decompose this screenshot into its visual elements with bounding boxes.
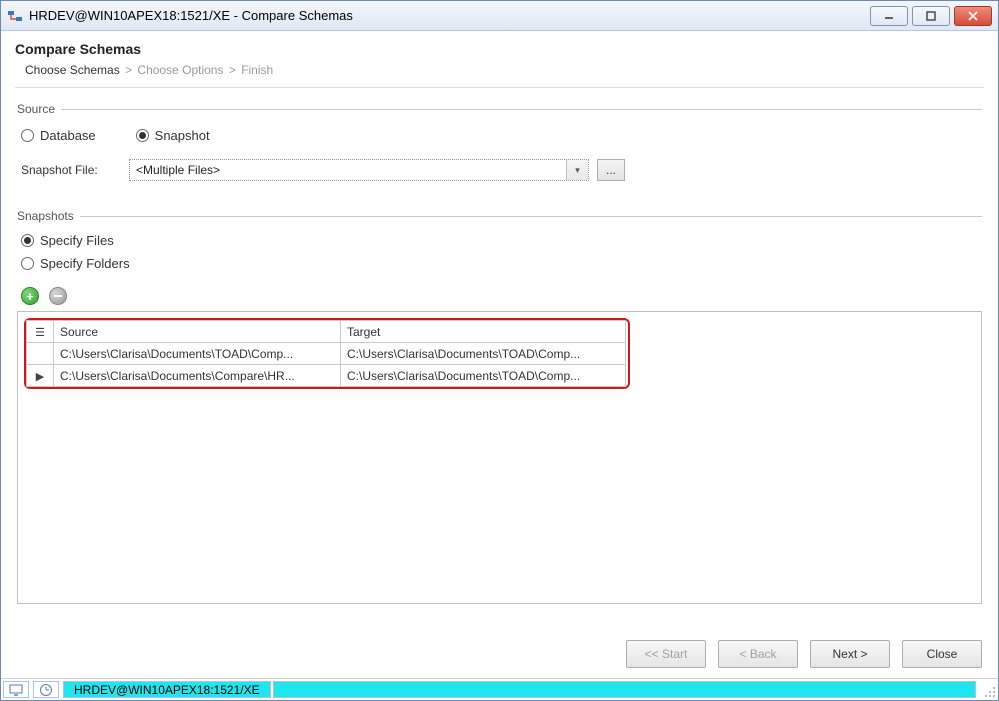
- radio-icon: [21, 129, 34, 142]
- back-button[interactable]: < Back: [718, 640, 798, 668]
- back-button-label: < Back: [739, 647, 776, 661]
- radio-snapshot[interactable]: Snapshot: [136, 128, 210, 143]
- snapshot-file-row: Snapshot File: <Multiple Files> ▾ ...: [17, 157, 982, 191]
- browse-button[interactable]: ...: [597, 159, 625, 181]
- app-icon: [7, 8, 23, 24]
- radio-specify-files-label: Specify Files: [40, 233, 114, 248]
- snapshot-grid[interactable]: ☰ Source Target C:\Users\Clarisa\Documen…: [26, 320, 626, 387]
- source-fieldset: Source Database Snapshot Snapshot File: …: [17, 102, 982, 191]
- close-icon: [968, 11, 978, 21]
- cell-target[interactable]: C:\Users\Clarisa\Documents\TOAD\Comp...: [340, 365, 625, 387]
- row-indicator: [27, 343, 54, 365]
- breadcrumb-step-2: Choose Options: [137, 63, 223, 77]
- highlight-annotation: ☰ Source Target C:\Users\Clarisa\Documen…: [24, 318, 630, 389]
- status-bar: HRDEV@WIN10APEX18:1521/XE: [1, 678, 998, 700]
- chevron-down-icon[interactable]: ▾: [566, 160, 588, 180]
- grid-corner-cell: ☰: [27, 321, 54, 343]
- breadcrumb-step-1[interactable]: Choose Schemas: [25, 63, 120, 77]
- list-icon: ☰: [33, 326, 47, 339]
- radio-specify-folders-label: Specify Folders: [40, 256, 130, 271]
- body-area: Source Database Snapshot Snapshot File: …: [1, 92, 998, 630]
- grid-toolbar: +: [17, 281, 982, 311]
- table-row[interactable]: ▶ C:\Users\Clarisa\Documents\Compare\HR.…: [27, 365, 626, 387]
- radio-specify-files[interactable]: Specify Files: [21, 233, 982, 248]
- next-button-label: Next >: [832, 647, 867, 661]
- snapshot-file-value: <Multiple Files>: [130, 163, 566, 177]
- window-title: HRDEV@WIN10APEX18:1521/XE - Compare Sche…: [29, 8, 866, 23]
- page-title: Compare Schemas: [15, 41, 984, 57]
- snapshot-file-label: Snapshot File:: [21, 163, 121, 177]
- page-header: Compare Schemas Choose Schemas > Choose …: [1, 31, 998, 92]
- add-row-button[interactable]: +: [21, 287, 39, 305]
- status-fill: [273, 681, 976, 698]
- grid-header-row: ☰ Source Target: [27, 321, 626, 343]
- wizard-button-bar: << Start < Back Next > Close: [1, 630, 998, 678]
- resize-grip[interactable]: [980, 681, 996, 698]
- snapshots-fieldset: Snapshots Specify Files Specify Folders …: [17, 209, 982, 604]
- maximize-button[interactable]: [912, 6, 950, 26]
- app-window: HRDEV@WIN10APEX18:1521/XE - Compare Sche…: [0, 0, 999, 701]
- radio-specify-folders[interactable]: Specify Folders: [21, 256, 982, 271]
- clock-icon: [39, 683, 53, 697]
- source-legend: Source: [17, 102, 982, 116]
- row-indicator-current: ▶: [27, 365, 54, 387]
- monitor-icon: [9, 684, 23, 696]
- snapshots-legend: Snapshots: [17, 209, 982, 223]
- snapshot-file-combo[interactable]: <Multiple Files> ▾: [129, 159, 589, 181]
- close-wizard-button[interactable]: Close: [902, 640, 982, 668]
- plus-icon: +: [26, 289, 34, 304]
- radio-snapshot-label: Snapshot: [155, 128, 210, 143]
- snapshot-grid-frame: ☰ Source Target C:\Users\Clarisa\Documen…: [17, 311, 982, 604]
- source-radio-row: Database Snapshot: [17, 122, 982, 157]
- radio-icon: [136, 129, 149, 142]
- minimize-button[interactable]: [870, 6, 908, 26]
- cell-source[interactable]: C:\Users\Clarisa\Documents\TOAD\Comp...: [54, 343, 341, 365]
- ellipsis-icon: ...: [606, 163, 616, 177]
- radio-icon: [21, 257, 34, 270]
- start-button-label: << Start: [645, 647, 688, 661]
- breadcrumb-sep-icon: >: [125, 63, 132, 77]
- content-area: Compare Schemas Choose Schemas > Choose …: [1, 31, 998, 700]
- title-bar: HRDEV@WIN10APEX18:1521/XE - Compare Sche…: [1, 1, 998, 31]
- minimize-icon: [884, 11, 894, 21]
- cell-source[interactable]: C:\Users\Clarisa\Documents\Compare\HR...: [54, 365, 341, 387]
- radio-database-label: Database: [40, 128, 96, 143]
- snapshots-radio-stack: Specify Files Specify Folders: [17, 229, 982, 281]
- status-connection-text: HRDEV@WIN10APEX18:1521/XE: [74, 683, 260, 697]
- status-connection[interactable]: HRDEV@WIN10APEX18:1521/XE: [63, 681, 271, 698]
- breadcrumb-sep-icon: >: [229, 63, 236, 77]
- minus-icon: [54, 295, 62, 297]
- resize-grip-icon: [984, 686, 996, 698]
- remove-row-button[interactable]: [49, 287, 67, 305]
- close-button[interactable]: [954, 6, 992, 26]
- radio-icon: [21, 234, 34, 247]
- breadcrumb: Choose Schemas > Choose Options > Finish: [15, 63, 984, 88]
- next-button[interactable]: Next >: [810, 640, 890, 668]
- window-buttons: [866, 6, 992, 26]
- grid-col-source[interactable]: Source: [54, 321, 341, 343]
- cell-target[interactable]: C:\Users\Clarisa\Documents\TOAD\Comp...: [340, 343, 625, 365]
- grid-col-target[interactable]: Target: [340, 321, 625, 343]
- breadcrumb-step-3: Finish: [241, 63, 273, 77]
- table-row[interactable]: C:\Users\Clarisa\Documents\TOAD\Comp... …: [27, 343, 626, 365]
- radio-database[interactable]: Database: [21, 128, 96, 143]
- start-button[interactable]: << Start: [626, 640, 706, 668]
- current-row-arrow-icon: ▶: [33, 370, 47, 383]
- status-pane-1[interactable]: [3, 681, 29, 698]
- maximize-icon: [926, 11, 936, 21]
- status-pane-2[interactable]: [33, 681, 59, 698]
- close-button-label: Close: [927, 647, 958, 661]
